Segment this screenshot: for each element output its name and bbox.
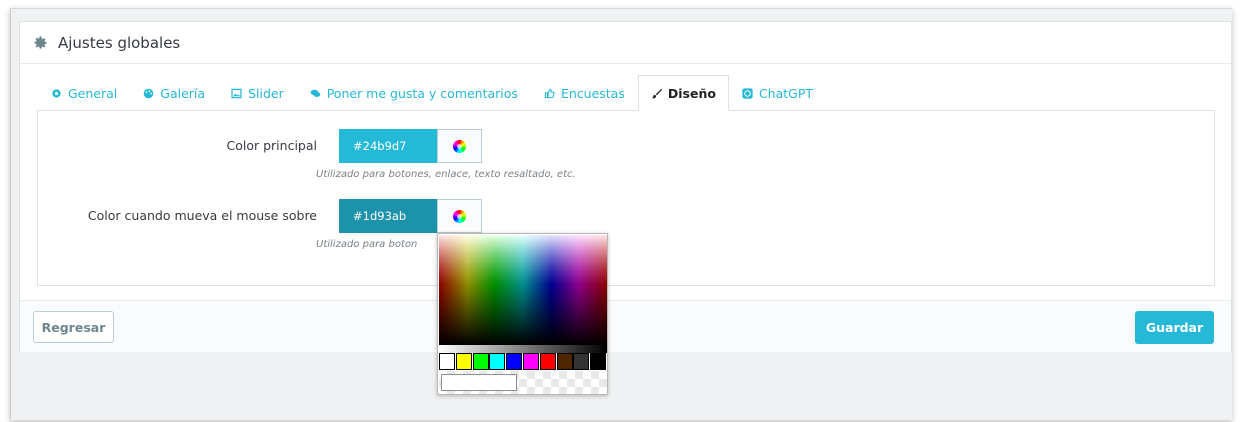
- primary-color-label: Color principal: [226, 138, 318, 153]
- gear-icon: [34, 36, 47, 49]
- color-swatch[interactable]: [522, 353, 539, 370]
- color-swatch[interactable]: [590, 353, 607, 370]
- swatch-row: [439, 353, 607, 370]
- thumbs-up-icon: [544, 88, 555, 99]
- tab-chatgpt[interactable]: ChatGPT: [729, 75, 826, 111]
- hover-color-input[interactable]: #1d93ab: [339, 199, 438, 233]
- color-wheel-icon: [453, 139, 466, 153]
- hex-input[interactable]: [441, 374, 517, 391]
- gear-icon: [52, 89, 61, 98]
- tab-encuestas[interactable]: Encuestas: [531, 75, 638, 111]
- color-swatch[interactable]: [573, 353, 590, 370]
- primary-color-picker-button[interactable]: [437, 129, 482, 163]
- tab-general[interactable]: General: [38, 75, 130, 111]
- color-swatch[interactable]: [539, 353, 556, 370]
- tab-comentarios[interactable]: Poner me gusta y comentarios: [297, 75, 531, 111]
- tab-label: Slider: [248, 86, 284, 101]
- color-swatch[interactable]: [506, 353, 523, 370]
- color-swatch[interactable]: [556, 353, 573, 370]
- tab-label: Encuestas: [560, 86, 625, 101]
- panel-header: Ajustes globales: [20, 22, 1231, 64]
- color-picker-popup: [437, 233, 608, 395]
- hover-color-label: Color cuando mueva el mouse sobre: [87, 208, 317, 223]
- tab-galeria[interactable]: Galería: [130, 75, 218, 111]
- brush-icon: [651, 88, 662, 98]
- tab-label: ChatGPT: [758, 86, 814, 101]
- chatgpt-icon: [742, 88, 753, 99]
- tab-label: Galería: [160, 86, 206, 101]
- settings-panel: Ajustes globales General Galería Slider …: [19, 21, 1232, 352]
- comments-icon: [310, 89, 321, 97]
- hover-color-help: Utilizado para boton: [316, 239, 418, 250]
- tab-content-diseno: Color principal #24b9d7 Utilizado para b…: [37, 110, 1215, 286]
- tab-label: Poner me gusta y comentarios: [326, 86, 518, 101]
- grayscale-bar[interactable]: [439, 345, 607, 353]
- color-swatch[interactable]: [439, 353, 455, 370]
- tab-diseno[interactable]: Diseño: [637, 75, 729, 111]
- image-icon: [231, 88, 242, 99]
- tab-label: General: [68, 86, 118, 101]
- panel-footer: Regresar Guardar: [20, 300, 1231, 352]
- tab-bar: General Galería Slider Poner me gusta y …: [38, 75, 826, 111]
- panel-title: Ajustes globales: [58, 33, 181, 52]
- color-spectrum[interactable]: [439, 235, 607, 345]
- back-button[interactable]: Regresar: [33, 311, 114, 343]
- palette-icon: [143, 88, 154, 99]
- primary-color-help: Utilizado para botones, enlace, texto re…: [316, 169, 576, 180]
- tab-label: Diseño: [667, 85, 716, 101]
- hover-color-picker-button[interactable]: [437, 199, 482, 233]
- tab-slider[interactable]: Slider: [218, 75, 297, 111]
- save-button[interactable]: Guardar: [1135, 311, 1214, 344]
- color-swatch[interactable]: [472, 353, 489, 370]
- color-swatch[interactable]: [455, 353, 472, 370]
- color-wheel-icon: [453, 209, 466, 223]
- color-swatch[interactable]: [489, 353, 506, 370]
- primary-color-input[interactable]: #24b9d7: [339, 129, 438, 163]
